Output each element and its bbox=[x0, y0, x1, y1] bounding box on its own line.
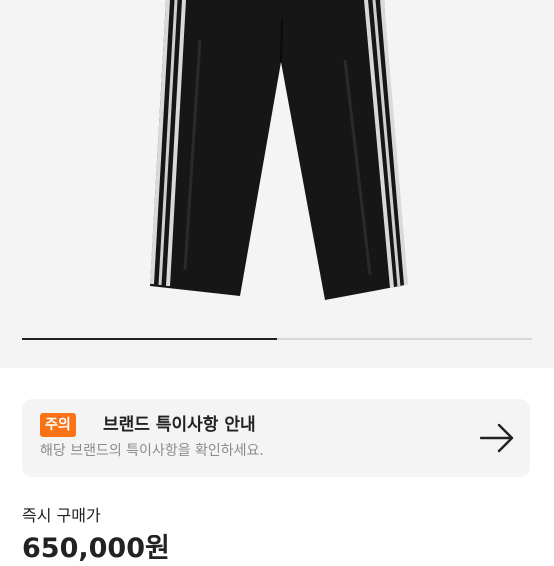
image-carousel-progress-fill bbox=[22, 338, 277, 340]
product-image[interactable] bbox=[0, 0, 554, 368]
notice-title: 브랜드 특이사항 안내 bbox=[103, 415, 256, 435]
image-carousel-progress bbox=[22, 338, 532, 340]
notice-description: 해당 브랜드의 특이사항을 확인하세요. bbox=[40, 443, 264, 459]
instant-purchase-label: 즉시 구매가 bbox=[22, 506, 101, 525]
track-pants-image bbox=[150, 0, 408, 300]
notice-badge: 주의 bbox=[40, 413, 76, 437]
brand-notice-card[interactable]: 주의 브랜드 특이사항 안내 해당 브랜드의 특이사항을 확인하세요. bbox=[22, 399, 530, 477]
instant-purchase-price: 650,000원 bbox=[22, 533, 170, 564]
arrow-right-icon[interactable] bbox=[478, 419, 516, 457]
